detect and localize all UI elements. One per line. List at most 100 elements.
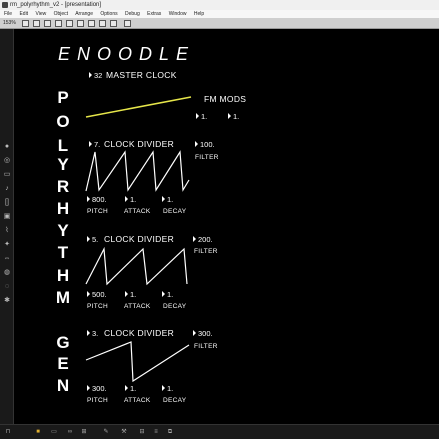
bracket-icon[interactable]: []: [3, 199, 11, 207]
filter-label: FILTER: [194, 248, 218, 255]
globe-icon[interactable]: ◍: [3, 269, 11, 277]
attack-number[interactable]: 1.: [125, 384, 136, 393]
decay-number[interactable]: 1.: [162, 290, 173, 299]
folder-icon[interactable]: ▭: [3, 171, 11, 179]
palette-icon[interactable]: ●: [3, 143, 11, 151]
new-object-button[interactable]: [55, 20, 62, 27]
menu-file[interactable]: File: [4, 11, 12, 17]
divider-number[interactable]: 3.: [87, 329, 98, 338]
target-icon[interactable]: ◎: [3, 157, 11, 165]
filter-label: FILTER: [194, 343, 218, 350]
menu-bar: File Edit View Object Arrange Options De…: [0, 10, 439, 18]
lock-button[interactable]: [22, 20, 29, 27]
vertical-letter: T: [57, 243, 69, 262]
clip-icon[interactable]: ⌇: [3, 227, 11, 235]
presentation-button[interactable]: [33, 20, 40, 27]
toggle-button[interactable]: [88, 20, 95, 27]
grid-icon[interactable]: ⊞: [80, 429, 88, 436]
layers-icon[interactable]: ⧉: [166, 429, 174, 436]
divider-label: CLOCK DIVIDER: [104, 139, 175, 149]
presentation-icon[interactable]: ■: [34, 429, 42, 436]
fm-mod-number-b[interactable]: 1.: [228, 112, 239, 121]
menu-object[interactable]: Object: [54, 11, 68, 17]
fm-mod-number-a[interactable]: 1.: [196, 112, 207, 121]
window-titlebar: rm_polyrhythm_v2 - [presentation]: [0, 0, 439, 10]
menu-window[interactable]: Window: [169, 11, 187, 17]
menu-help[interactable]: Help: [194, 11, 204, 17]
decay-number[interactable]: 1.: [162, 384, 173, 393]
pitch-number[interactable]: 500.: [87, 290, 107, 299]
note-icon[interactable]: ♪: [3, 185, 11, 193]
pitch-number[interactable]: 800.: [87, 195, 107, 204]
mixer-icon[interactable]: ≡: [152, 429, 160, 436]
vertical-letter: N: [56, 376, 70, 395]
pitch-label: PITCH: [87, 303, 108, 310]
logo-text: ENOODLE: [58, 44, 196, 64]
attack-label: ATTACK: [124, 303, 151, 310]
pitch-number[interactable]: 300.: [87, 384, 107, 393]
pitch-label: PITCH: [87, 208, 108, 215]
fm-mods-label: FM MODS: [204, 94, 247, 104]
bang-button[interactable]: [110, 20, 117, 27]
pitch-label: PITCH: [87, 397, 108, 404]
filter-number[interactable]: 300.: [193, 329, 213, 338]
image-icon[interactable]: ▣: [3, 213, 11, 221]
grid-button[interactable]: [44, 20, 51, 27]
filter-number[interactable]: 100.: [195, 140, 215, 149]
filter-label: FILTER: [195, 154, 219, 161]
vertical-letter: M: [55, 288, 71, 307]
divider-number[interactable]: 5.: [87, 235, 98, 244]
puzzle-icon[interactable]: ✦: [3, 241, 11, 249]
vertical-letter: L: [57, 136, 69, 155]
bottom-toolbar: ⊓ ■ ▭ ∞ ⊞ ✎ ⚒ ⊟ ≡ ⧉: [0, 424, 439, 439]
add-button[interactable]: [124, 20, 131, 27]
vertical-letter: H: [56, 266, 70, 285]
vertical-letter: G: [56, 333, 70, 352]
message-button[interactable]: [66, 20, 73, 27]
attack-number[interactable]: 1.: [125, 290, 136, 299]
menu-extras[interactable]: Extras: [147, 11, 161, 17]
divider-label: CLOCK DIVIDER: [104, 234, 175, 244]
decay-number[interactable]: 1.: [162, 195, 173, 204]
attack-number[interactable]: 1.: [125, 195, 136, 204]
toolbar: 153%: [0, 18, 439, 29]
menu-debug[interactable]: Debug: [125, 11, 140, 17]
patch-canvas[interactable]: [15, 30, 439, 424]
display-icon[interactable]: ▭: [50, 429, 58, 436]
star-icon[interactable]: ✱: [3, 297, 11, 305]
decay-label: DECAY: [163, 303, 187, 310]
link-icon[interactable]: ∞: [66, 429, 74, 436]
web-icon[interactable]: ◌: [3, 283, 11, 291]
master-clock-label: MASTER CLOCK: [106, 70, 177, 80]
filter-number[interactable]: 200.: [193, 235, 213, 244]
menu-arrange[interactable]: Arrange: [75, 11, 93, 17]
menu-options[interactable]: Options: [100, 11, 117, 17]
menu-edit[interactable]: Edit: [19, 11, 28, 17]
menu-view[interactable]: View: [35, 11, 46, 17]
divider-number[interactable]: 7.: [89, 140, 100, 149]
number-button[interactable]: [99, 20, 106, 27]
window-title: rm_polyrhythm_v2 - [presentation]: [10, 2, 102, 8]
comment-button[interactable]: [77, 20, 84, 27]
divider-label: CLOCK DIVIDER: [104, 328, 175, 338]
debug-icon[interactable]: ✎: [102, 429, 110, 436]
vertical-letter: Y: [57, 221, 69, 240]
link-icon[interactable]: ⇔: [3, 255, 11, 263]
app-icon: [2, 2, 8, 8]
lock-icon[interactable]: ⊓: [4, 429, 12, 436]
keyboard-icon[interactable]: ⊟: [138, 429, 146, 436]
master-clock-number[interactable]: 32: [89, 71, 102, 80]
zoom-level[interactable]: 153%: [3, 19, 16, 28]
vertical-letter: O: [56, 112, 70, 131]
vertical-letter: Y: [57, 155, 69, 174]
wrench-icon[interactable]: ⚒: [120, 429, 128, 436]
decay-label: DECAY: [163, 397, 187, 404]
attack-label: ATTACK: [124, 397, 151, 404]
decay-label: DECAY: [163, 208, 187, 215]
vertical-letter: E: [57, 354, 69, 373]
left-sidebar: ● ◎ ▭ ♪ [] ▣ ⌇ ✦ ⇔ ◍ ◌ ✱: [0, 29, 14, 430]
vertical-letter: R: [56, 177, 70, 196]
vertical-letter: H: [56, 199, 70, 218]
vertical-letter: P: [57, 88, 69, 107]
attack-label: ATTACK: [124, 208, 151, 215]
